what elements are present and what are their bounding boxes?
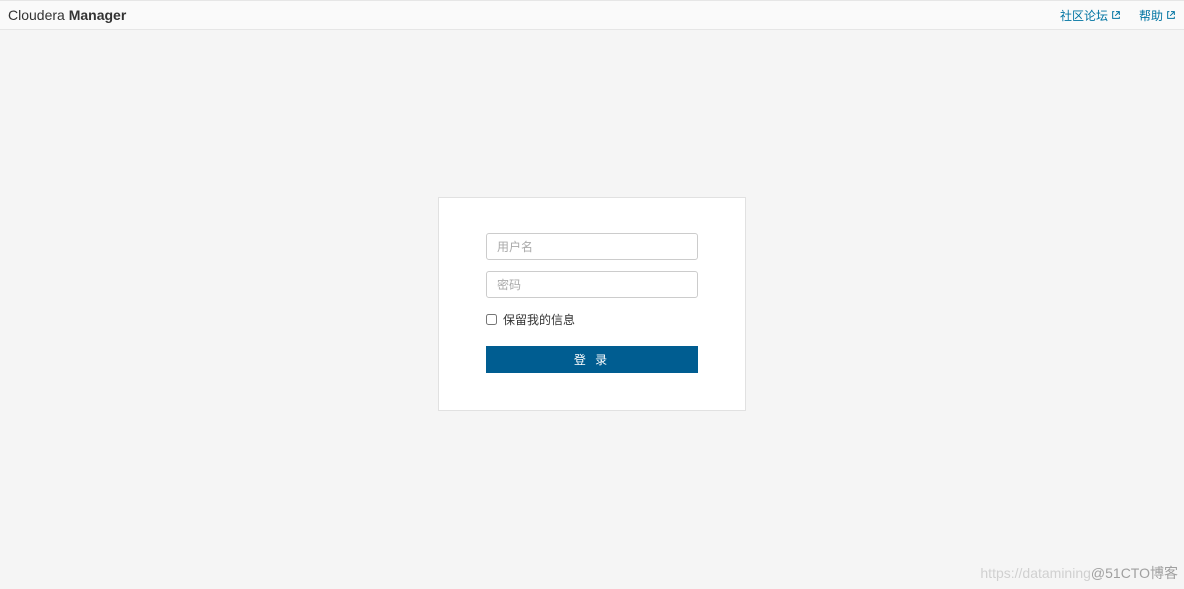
username-input[interactable]	[486, 233, 698, 260]
main-content: 保留我的信息 登 录	[0, 30, 1184, 411]
community-link-label: 社区论坛	[1060, 7, 1108, 24]
login-card: 保留我的信息 登 录	[438, 197, 746, 411]
help-link[interactable]: 帮助	[1139, 7, 1176, 24]
login-button[interactable]: 登 录	[486, 346, 698, 373]
header-links: 社区论坛 帮助	[1060, 7, 1176, 24]
header-bar: Cloudera Manager 社区论坛 帮助	[0, 0, 1184, 30]
remember-checkbox[interactable]	[486, 314, 497, 325]
remember-label[interactable]: 保留我的信息	[503, 311, 575, 328]
remember-row: 保留我的信息	[486, 311, 698, 328]
password-input[interactable]	[486, 271, 698, 298]
external-link-icon	[1111, 10, 1121, 20]
brand-title: Cloudera Manager	[8, 7, 126, 23]
watermark: https://datamining@51CTO博客	[980, 563, 1178, 583]
brand-light: Cloudera	[8, 7, 69, 23]
watermark-faint: https://datamining	[980, 565, 1091, 581]
watermark-bold: @51CTO博客	[1091, 565, 1178, 581]
community-link[interactable]: 社区论坛	[1060, 7, 1121, 24]
help-link-label: 帮助	[1139, 7, 1163, 24]
external-link-icon	[1166, 10, 1176, 20]
brand-bold: Manager	[69, 7, 127, 23]
